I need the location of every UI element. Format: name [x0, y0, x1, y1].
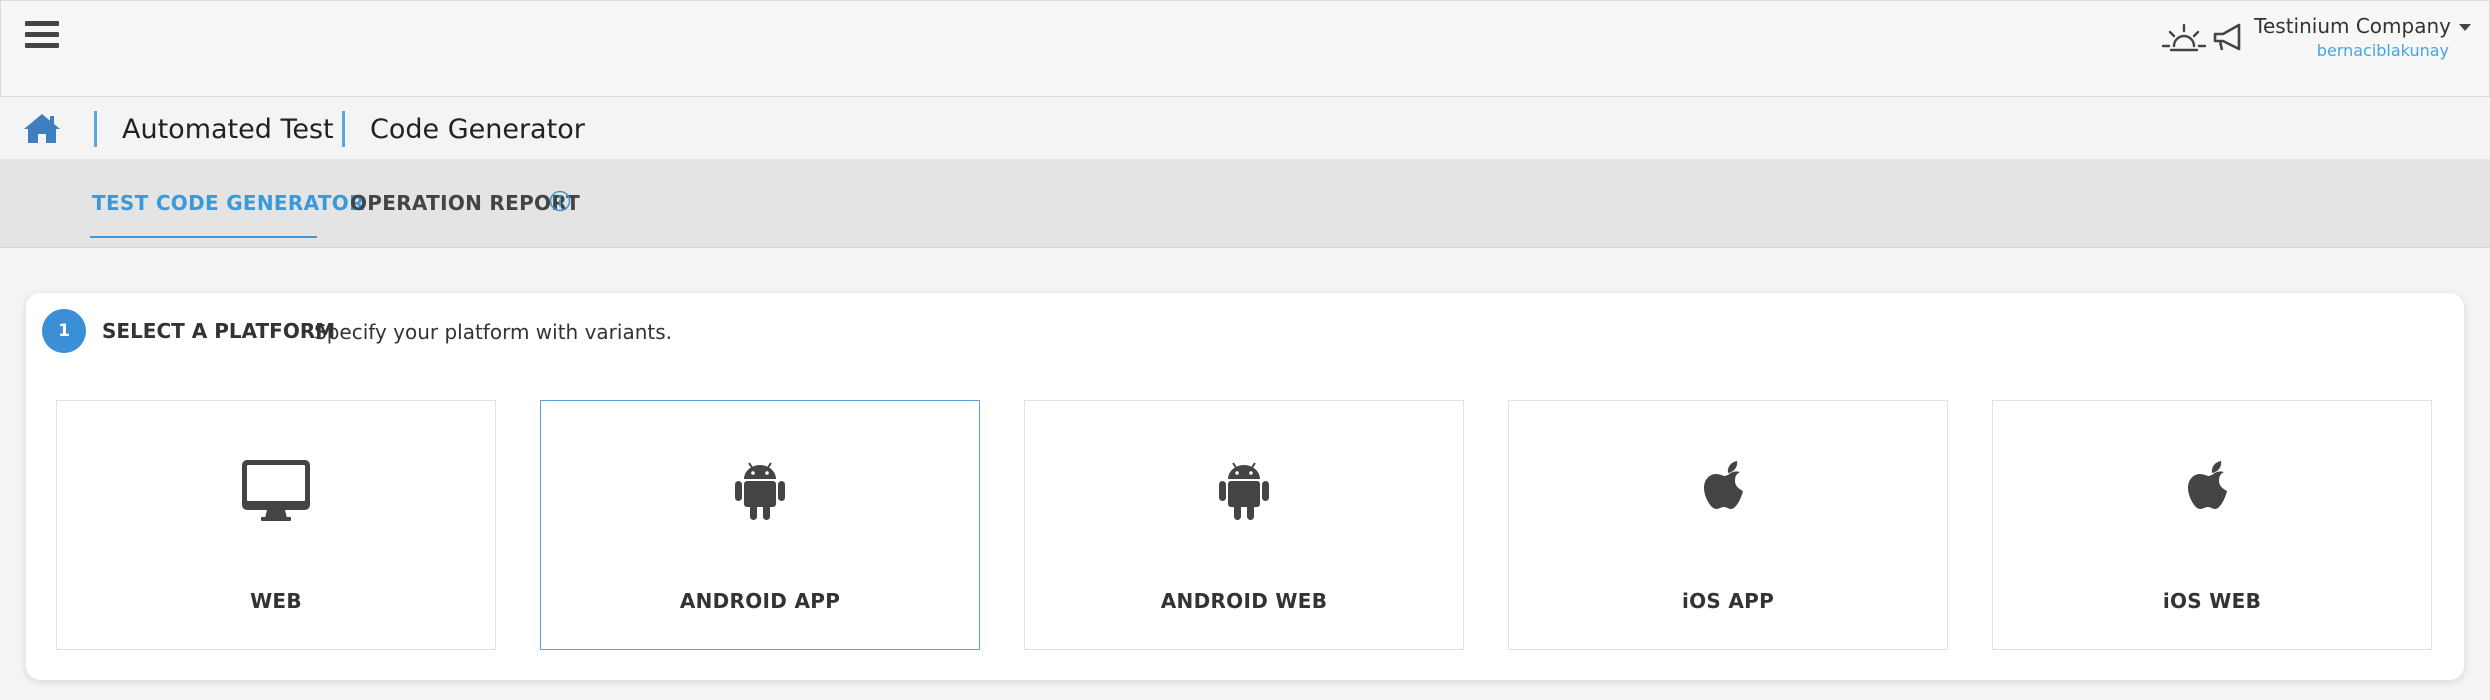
- caret-down-icon: [2459, 24, 2471, 31]
- active-tab-indicator: [90, 236, 317, 238]
- info-icon[interactable]: [549, 190, 571, 212]
- tab-operation-report[interactable]: OPERATION REPORT: [350, 191, 580, 215]
- megaphone-icon[interactable]: [2211, 21, 2245, 55]
- apple-icon: [1704, 461, 1743, 509]
- apple-icon: [2188, 461, 2227, 509]
- tab-bar: TEST CODE GENERATOR OPERATION REPORT: [0, 159, 2490, 248]
- step-title: SELECT A PLATFORM: [102, 319, 336, 343]
- platform-label: iOS WEB: [2162, 589, 2262, 613]
- android-icon: [1219, 462, 1269, 520]
- breadcrumb-separator: [342, 111, 345, 147]
- home-icon[interactable]: [22, 111, 62, 145]
- platform-option-ios-app[interactable]: iOS APP: [1508, 400, 1948, 650]
- platform-label: iOS APP: [1681, 589, 1775, 613]
- step-number-badge: 1: [42, 309, 86, 353]
- platform-option-web[interactable]: WEB: [56, 400, 496, 650]
- platform-option-android-web[interactable]: ANDROID WEB: [1024, 400, 1464, 650]
- company-name[interactable]: Testinium Company: [2254, 14, 2471, 38]
- android-icon: [735, 462, 785, 520]
- platform-label: ANDROID APP: [679, 589, 841, 613]
- top-bar: Testinium Company bernaciblakunay: [0, 0, 2490, 97]
- breadcrumb-separator: [94, 111, 97, 147]
- tab-test-code-generator[interactable]: TEST CODE GENERATOR: [92, 191, 365, 215]
- user-name: bernaciblakunay: [2316, 41, 2449, 60]
- platform-label: WEB: [250, 589, 302, 613]
- sunrise-icon[interactable]: [2161, 21, 2207, 55]
- breadcrumb: Automated Test Code Generator: [0, 97, 2490, 159]
- desktop-icon: [242, 460, 310, 521]
- platform-label: ANDROID WEB: [1160, 589, 1328, 613]
- platform-option-ios-web[interactable]: iOS WEB: [1992, 400, 2432, 650]
- account-menu[interactable]: Testinium Company bernaciblakunay: [2254, 14, 2471, 60]
- platform-selection-card: 1 SELECT A PLATFORM Specify your platfor…: [26, 293, 2464, 680]
- platform-option-android-app[interactable]: ANDROID APP: [540, 400, 980, 650]
- breadcrumb-automated-test[interactable]: Automated Test: [122, 114, 334, 145]
- step-description: Specify your platform with variants.: [314, 320, 673, 344]
- hamburger-menu-icon[interactable]: [25, 21, 59, 51]
- breadcrumb-code-generator: Code Generator: [370, 114, 585, 145]
